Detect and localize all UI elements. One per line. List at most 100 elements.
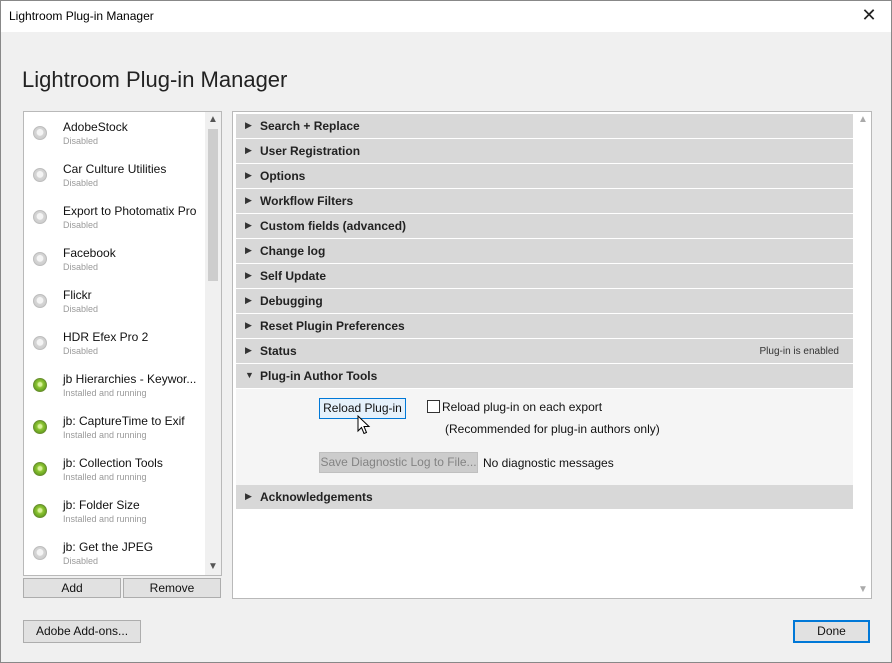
details-scrollbar[interactable]: ▲ ▼ — [855, 112, 871, 598]
list-item[interactable]: jb: Folder Size Installed and running — [24, 490, 206, 532]
done-button[interactable]: Done — [793, 620, 870, 643]
plugin-status: Disabled — [63, 220, 99, 230]
status-dot-icon — [33, 210, 47, 224]
status-dot-icon — [33, 546, 47, 560]
plugin-status: Disabled — [63, 346, 99, 356]
section-status[interactable]: ▶ Status Plug-in is enabled — [236, 339, 853, 363]
scroll-up-icon[interactable]: ▲ — [855, 112, 871, 128]
status-dot-icon — [33, 168, 47, 182]
list-item[interactable]: Export to Photomatix Pro Disabled — [24, 196, 206, 238]
plugin-status: Disabled — [63, 556, 99, 566]
section-author-tools[interactable]: ▼ Plug-in Author Tools — [236, 364, 853, 388]
plugin-name: jb: Collection Tools — [63, 456, 163, 470]
list-item[interactable]: AdobeStock Disabled — [24, 112, 206, 154]
list-item[interactable]: jb: CaptureTime to Exif Installed and ru… — [24, 406, 206, 448]
title-bar: Lightroom Plug-in Manager ✕ — [1, 1, 891, 32]
section-label: Plug-in Author Tools — [260, 369, 378, 383]
section-label: Self Update — [260, 269, 327, 283]
section-change-log[interactable]: ▶ Change log — [236, 239, 853, 263]
plugin-status: Installed and running — [63, 388, 147, 398]
list-item[interactable]: jb: Collection Tools Installed and runni… — [24, 448, 206, 490]
section-options[interactable]: ▶ Options — [236, 164, 853, 188]
scroll-up-icon[interactable]: ▲ — [205, 112, 221, 128]
plugin-status: Disabled — [63, 304, 99, 314]
status-dot-icon — [33, 378, 47, 392]
plugin-manager-window: Lightroom Plug-in Manager ✕ Lightroom Pl… — [0, 0, 892, 663]
scroll-down-icon[interactable]: ▼ — [855, 582, 871, 598]
save-diagnostic-log-button[interactable]: Save Diagnostic Log to File... — [319, 452, 478, 473]
section-label: Status — [260, 344, 297, 358]
section-label: User Registration — [260, 144, 361, 158]
status-value: Plug-in is enabled — [759, 346, 840, 357]
section-custom-fields[interactable]: ▶ Custom fields (advanced) — [236, 214, 853, 238]
section-label: Debugging — [260, 294, 323, 308]
status-dot-icon — [33, 126, 47, 140]
expanded-arrow-icon: ▼ — [245, 370, 254, 380]
section-reset-preferences[interactable]: ▶ Reset Plugin Preferences — [236, 314, 853, 338]
collapsed-arrow-icon: ▶ — [245, 295, 252, 305]
plugin-status: Disabled — [63, 262, 99, 272]
plugin-status: Installed and running — [63, 514, 147, 524]
plugin-name: Export to Photomatix Pro — [63, 204, 197, 218]
collapsed-arrow-icon: ▶ — [245, 170, 252, 180]
page-title: Lightroom Plug-in Manager — [22, 67, 288, 92]
plugin-status: Installed and running — [63, 472, 147, 482]
list-item[interactable]: jb Hierarchies - Keywor... Installed and… — [24, 364, 206, 406]
list-item[interactable]: Car Culture Utilities Disabled — [24, 154, 206, 196]
remove-button[interactable]: Remove — [123, 578, 221, 598]
section-acknowledgements[interactable]: ▶ Acknowledgements — [236, 485, 853, 509]
plugin-name: jb Hierarchies - Keywor... — [63, 372, 197, 386]
collapsed-arrow-icon: ▶ — [245, 195, 252, 205]
plugin-status: Disabled — [63, 136, 99, 146]
close-icon[interactable]: ✕ — [857, 5, 881, 26]
status-dot-icon — [33, 294, 47, 308]
window-title: Lightroom Plug-in Manager — [9, 9, 154, 23]
section-label: Options — [260, 169, 306, 183]
status-dot-icon — [33, 420, 47, 434]
scroll-down-icon[interactable]: ▼ — [205, 559, 221, 575]
section-label: Search + Replace — [260, 119, 360, 133]
list-item[interactable]: jb: Get the JPEG Disabled — [24, 532, 206, 574]
status-dot-icon — [33, 504, 47, 518]
section-workflow-filters[interactable]: ▶ Workflow Filters — [236, 189, 853, 213]
plugin-details-panel: ▶ Search + Replace ▶ User Registration ▶… — [232, 111, 872, 599]
plugin-list[interactable]: AdobeStock Disabled Car Culture Utilitie… — [23, 111, 222, 576]
plugin-name: AdobeStock — [63, 120, 128, 134]
list-item[interactable]: HDR Efex Pro 2 Disabled — [24, 322, 206, 364]
plugin-name: jb: Get the JPEG — [63, 540, 154, 554]
plugin-name: HDR Efex Pro 2 — [63, 330, 149, 344]
section-debugging[interactable]: ▶ Debugging — [236, 289, 853, 313]
collapsed-arrow-icon: ▶ — [245, 220, 252, 230]
section-label: Workflow Filters — [260, 194, 354, 208]
section-label: Change log — [260, 244, 326, 258]
plugin-name: jb: CaptureTime to Exif — [63, 414, 185, 428]
plugin-status: Installed and running — [63, 430, 147, 440]
add-button[interactable]: Add — [23, 578, 121, 598]
section-user-registration[interactable]: ▶ User Registration — [236, 139, 853, 163]
collapsed-arrow-icon: ▶ — [245, 270, 252, 280]
diagnostic-message: No diagnostic messages — [483, 456, 614, 470]
status-dot-icon — [33, 462, 47, 476]
plugin-name: Flickr — [63, 288, 92, 302]
reload-on-export-label[interactable]: Reload plug-in on each export — [442, 400, 602, 414]
plugin-name: jb: Folder Size — [63, 498, 140, 512]
collapsed-arrow-icon: ▶ — [245, 120, 252, 130]
status-dot-icon — [33, 336, 47, 350]
plugin-name: Facebook — [63, 246, 116, 260]
list-item[interactable]: Facebook Disabled — [24, 238, 206, 280]
scroll-thumb[interactable] — [208, 129, 218, 281]
plugin-status: Disabled — [63, 178, 99, 188]
collapsed-arrow-icon: ▶ — [245, 345, 252, 355]
reload-on-export-checkbox[interactable] — [427, 400, 440, 413]
section-search-replace[interactable]: ▶ Search + Replace — [236, 114, 853, 138]
section-self-update[interactable]: ▶ Self Update — [236, 264, 853, 288]
status-dot-icon — [33, 252, 47, 266]
adobe-addons-button[interactable]: Adobe Add-ons... — [23, 620, 141, 643]
plugin-list-scrollbar[interactable]: ▲ ▼ — [205, 112, 221, 575]
collapsed-arrow-icon: ▶ — [245, 320, 252, 330]
section-label: Reset Plugin Preferences — [260, 319, 405, 333]
collapsed-arrow-icon: ▶ — [245, 491, 252, 501]
list-item[interactable]: Flickr Disabled — [24, 280, 206, 322]
collapsed-arrow-icon: ▶ — [245, 245, 252, 255]
reload-note: (Recommended for plug-in authors only) — [445, 422, 660, 436]
